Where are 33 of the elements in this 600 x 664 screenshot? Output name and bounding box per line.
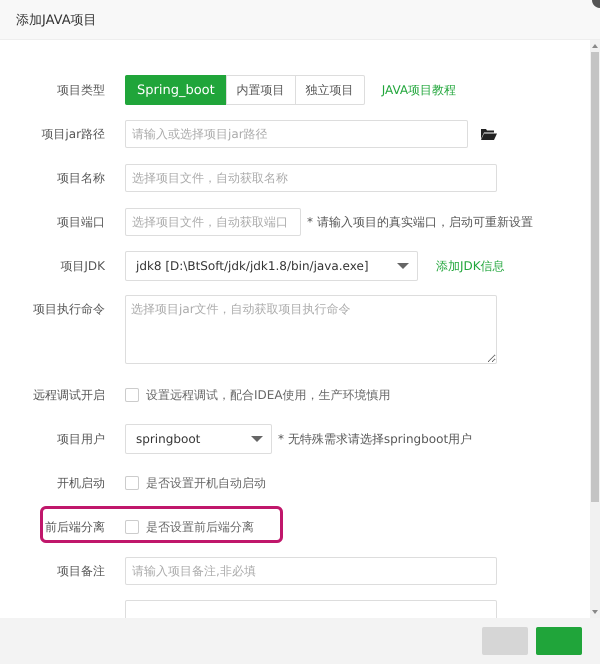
checkbox-label: 是否设置前后端分离 bbox=[146, 518, 254, 536]
checkbox-label: 设置远程调试，配合IDEA使用，生产环境慎用 bbox=[146, 386, 391, 404]
hint-text: * 请输入项目的真实端口，启动可重新设置 bbox=[307, 214, 533, 230]
hint-text: * 无特殊需求请选择springboot用户 bbox=[278, 430, 472, 448]
folder-icon[interactable] bbox=[481, 128, 497, 140]
type-option[interactable]: 内置项目 bbox=[226, 75, 296, 105]
type-option[interactable]: 独立项目 bbox=[294, 75, 365, 105]
field-label: 项目用户 bbox=[56, 430, 105, 448]
field-label: 项目类型 bbox=[56, 82, 105, 98]
dropdown[interactable]: jdk8 [D:\BtSoft/jdk/jdk1.8/bin/java.exe] bbox=[125, 251, 418, 281]
window-title: 添加JAVA项目 bbox=[16, 12, 97, 28]
input-field[interactable]: 选择项目文件，自动获取名称 bbox=[125, 164, 497, 192]
textarea-field[interactable]: 选择项目jar文件，自动获取项目执行命令 bbox=[125, 295, 497, 364]
field-label: 项目jar路径 bbox=[40, 126, 105, 142]
field-label: 项目名称 bbox=[56, 170, 105, 186]
field-label: 前后端分离 bbox=[44, 518, 105, 536]
field-label: 项目JDK bbox=[59, 258, 105, 274]
field-label: 远程调试开启 bbox=[32, 386, 105, 404]
checkbox[interactable] bbox=[125, 476, 139, 490]
checkbox[interactable] bbox=[125, 520, 139, 534]
dropdown[interactable]: springboot bbox=[125, 424, 272, 454]
field-label: 开机启动 bbox=[56, 474, 105, 492]
input-field[interactable]: 选择项目文件，自动获取端口 bbox=[125, 208, 301, 236]
field-label: 项目执行命令 bbox=[32, 301, 105, 318]
scrollbar[interactable] bbox=[590, 40, 600, 618]
input-field[interactable]: 请输入或选择项目jar路径 bbox=[125, 120, 468, 148]
field-label: 项目端口 bbox=[56, 214, 105, 230]
footer-button[interactable] bbox=[482, 627, 528, 655]
field-label: 项目备注 bbox=[56, 562, 105, 580]
input-field[interactable]: 请输入项目备注,非必填 bbox=[125, 557, 497, 585]
checkbox-label: 是否设置开机自动启动 bbox=[146, 474, 266, 492]
footer-button[interactable] bbox=[536, 627, 582, 655]
checkbox[interactable] bbox=[125, 388, 139, 402]
